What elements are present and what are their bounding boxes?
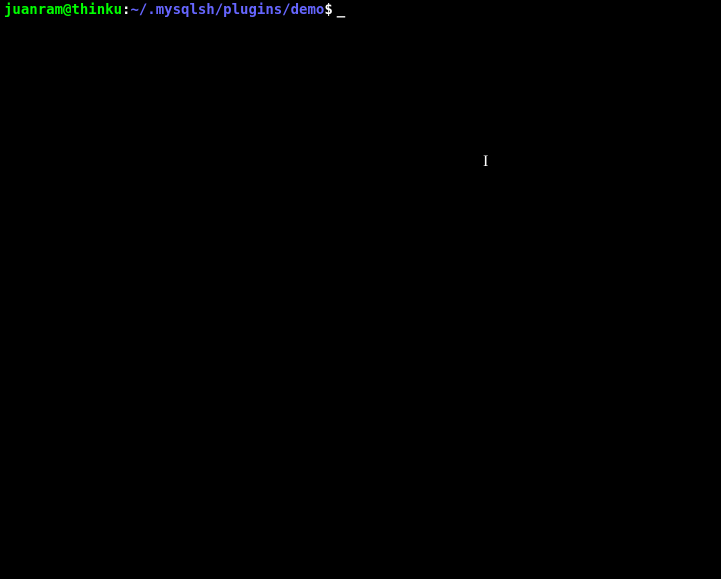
prompt-symbol: $ <box>324 2 332 18</box>
prompt-line: juanram@thinku:~/.mysqlsh/plugins/demo$_ <box>4 2 345 19</box>
input-cursor: _ <box>337 2 345 19</box>
terminal-window[interactable]: juanram@thinku:~/.mysqlsh/plugins/demo$_ <box>0 0 721 579</box>
user-host: juanram@thinku <box>4 2 122 18</box>
current-path: ~/.mysqlsh/plugins/demo <box>130 2 324 18</box>
